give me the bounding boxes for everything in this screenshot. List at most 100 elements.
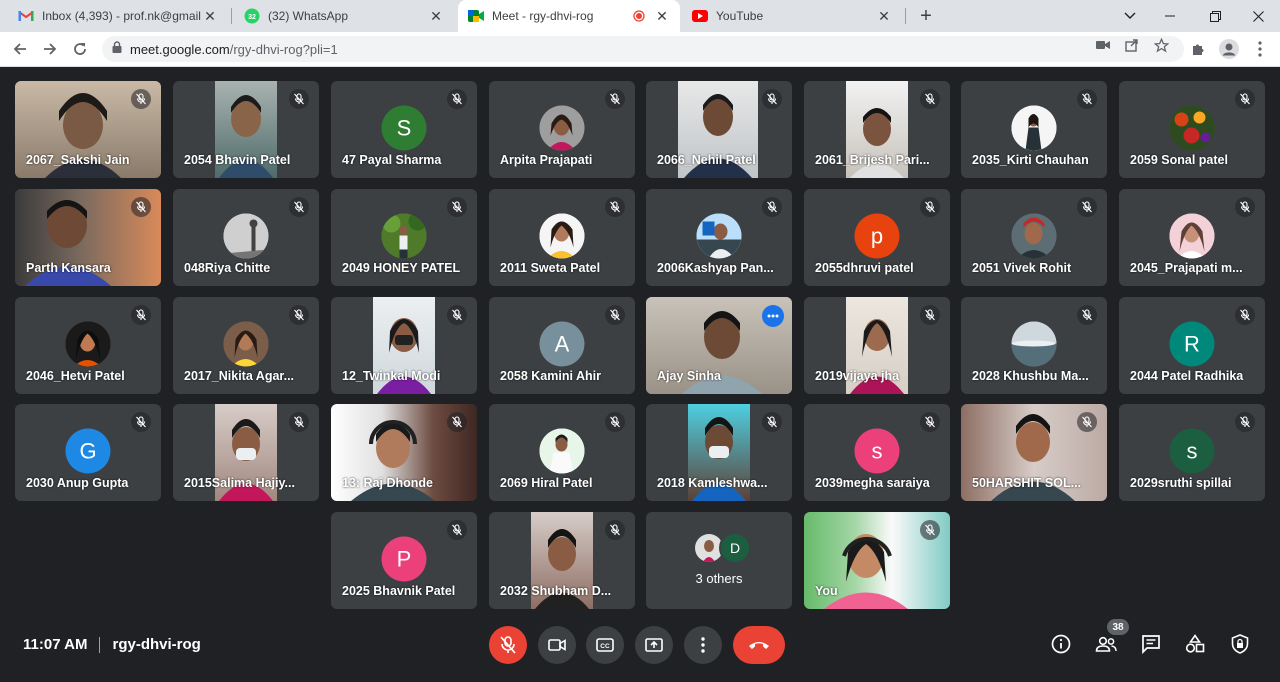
participant-name: 2046_Hetvi Patel	[26, 369, 125, 383]
tab-search-button[interactable]	[1110, 0, 1150, 32]
avatar	[1169, 213, 1215, 259]
participant-tile[interactable]: S 47 Payal Sharma	[331, 81, 477, 178]
avatar	[1169, 105, 1215, 151]
restore-button[interactable]	[1195, 0, 1235, 32]
close-icon[interactable]: ✕	[428, 8, 444, 24]
participant-tile[interactable]: 2018 Kamleshwa...	[646, 404, 792, 501]
chat-button[interactable]	[1139, 632, 1163, 656]
tab-meet[interactable]: Meet - rgy-dhvi-rog ✕	[458, 0, 680, 32]
mic-off-icon	[1235, 197, 1255, 217]
people-icon	[1095, 636, 1117, 652]
participant-tile[interactable]: 2011 Sweta Patel	[489, 189, 635, 286]
host-controls-button[interactable]	[1228, 632, 1252, 656]
close-icon[interactable]: ✕	[202, 8, 218, 24]
people-button[interactable]	[1094, 632, 1118, 656]
reload-button[interactable]	[68, 37, 92, 61]
tab-whatsapp[interactable]: 32 (32) WhatsApp ✕	[234, 0, 454, 32]
participant-tile[interactable]: G 2030 Anup Gupta	[15, 404, 161, 501]
participant-tile[interactable]: 2028 Khushbu Ma...	[961, 297, 1107, 394]
participant-name: 2017_Nikita Agar...	[184, 369, 295, 383]
participant-tile[interactable]: Parth Kansara	[15, 189, 161, 286]
tab-youtube[interactable]: YouTube ✕	[682, 0, 902, 32]
avatar	[1011, 213, 1057, 259]
mic-off-icon	[131, 89, 151, 109]
participant-name: 50HARSHIT SOL...	[972, 476, 1082, 490]
mic-off-icon	[920, 520, 940, 540]
participant-tile[interactable]: R 2044 Patel Radhika	[1119, 297, 1265, 394]
participant-tile[interactable]: s 2029sruthi spillai	[1119, 404, 1265, 501]
participant-tile[interactable]: 2051 Vivek Rohit	[961, 189, 1107, 286]
present-screen-button[interactable]	[635, 626, 673, 664]
mic-off-icon	[605, 89, 625, 109]
browser-menu-button[interactable]	[1248, 37, 1272, 61]
restore-icon	[1209, 10, 1221, 22]
more-options-button[interactable]	[684, 626, 722, 664]
participant-tile[interactable]: A 2058 Kamini Ahir	[489, 297, 635, 394]
gmail-icon	[18, 8, 34, 24]
participant-tile[interactable]: 2035_Kirti Chauhan	[961, 81, 1107, 178]
participant-tile[interactable]: 2019vijaya jha	[804, 297, 950, 394]
participant-tile[interactable]: 2045_Prajapati m...	[1119, 189, 1265, 286]
address-bar[interactable]: meet.google.com/rgy-dhvi-rog?pli=1	[102, 36, 1184, 62]
extensions-puzzle-icon[interactable]	[1187, 37, 1211, 61]
back-button[interactable]	[8, 37, 32, 61]
participant-name: 2035_Kirti Chauhan	[972, 153, 1089, 167]
participant-tile[interactable]: 2054 Bhavin Patel	[173, 81, 319, 178]
bookmark-star-icon[interactable]	[1153, 37, 1169, 53]
participant-tile[interactable]: 13: Raj Dhonde	[331, 404, 477, 501]
participant-tile-self[interactable]: You	[804, 512, 950, 609]
participant-tile[interactable]: 2061_Brijesh Pari...	[804, 81, 950, 178]
leave-call-button[interactable]	[733, 626, 785, 664]
mic-off-icon	[447, 305, 467, 325]
microphone-toggle-button[interactable]	[489, 626, 527, 664]
new-tab-button[interactable]: +	[912, 0, 940, 32]
participant-tile[interactable]: P 2025 Bhavnik Patel	[331, 512, 477, 609]
youtube-icon	[692, 8, 708, 24]
close-icon[interactable]: ✕	[654, 8, 670, 24]
mic-off-icon	[605, 197, 625, 217]
avatar: A	[539, 321, 585, 367]
participant-tile-active-speaker[interactable]: Ajay Sinha	[646, 297, 792, 394]
avatar: D	[719, 532, 751, 564]
participant-tile[interactable]: 2049 HONEY PATEL	[331, 189, 477, 286]
captions-button[interactable]: CC	[586, 626, 624, 664]
participant-tile[interactable]: 2067_Sakshi Jain	[15, 81, 161, 178]
participant-tile[interactable]: 12_Twinkal Modi	[331, 297, 477, 394]
participant-name: Arpita Prajapati	[500, 153, 593, 167]
participant-tile[interactable]: Arpita Prajapati	[489, 81, 635, 178]
participant-tile[interactable]: 2046_Hetvi Patel	[15, 297, 161, 394]
minimize-button[interactable]	[1150, 0, 1190, 32]
share-icon[interactable]	[1124, 37, 1140, 53]
participant-tile[interactable]: 2015Salima Hajiy...	[173, 404, 319, 501]
camera-toggle-button[interactable]	[538, 626, 576, 664]
participant-tile[interactable]: 2017_Nikita Agar...	[173, 297, 319, 394]
mic-off-icon	[131, 197, 151, 217]
others-tile[interactable]: D 3 others	[646, 512, 792, 609]
close-icon[interactable]: ✕	[876, 8, 892, 24]
avatar: G	[65, 428, 111, 474]
camera-icon[interactable]	[1095, 37, 1111, 53]
participant-name: 47 Payal Sharma	[342, 153, 442, 167]
participant-tile[interactable]: 2006Kashyap Pan...	[646, 189, 792, 286]
browser-tab-strip: Inbox (4,393) - prof.nk@gmail.co ✕ 32 (3…	[0, 0, 1280, 32]
participant-tile[interactable]: 2066_Nehil Patel	[646, 81, 792, 178]
meeting-time: 11:07 AM	[23, 636, 88, 653]
participant-tile[interactable]: 50HARSHIT SOL...	[961, 404, 1107, 501]
participant-tile[interactable]: 2059 Sonal patel	[1119, 81, 1265, 178]
forward-button[interactable]	[38, 37, 62, 61]
mic-off-icon	[1077, 197, 1097, 217]
participant-tile[interactable]: p 2055dhruvi patel	[804, 189, 950, 286]
participant-name: 2032 Shubham D...	[500, 584, 612, 598]
profile-avatar-icon[interactable]	[1217, 37, 1241, 61]
activities-button[interactable]	[1183, 632, 1207, 656]
close-window-button[interactable]	[1238, 0, 1278, 32]
svg-text:32: 32	[248, 14, 256, 21]
minimize-icon	[1165, 15, 1175, 17]
participant-tile[interactable]: 2069 Hiral Patel	[489, 404, 635, 501]
tab-gmail[interactable]: Inbox (4,393) - prof.nk@gmail.co ✕	[8, 0, 228, 32]
more-options-button[interactable]	[762, 305, 784, 327]
participant-tile[interactable]: s 2039megha saraiya	[804, 404, 950, 501]
meeting-details-button[interactable]	[1049, 632, 1073, 656]
participant-tile[interactable]: 2032 Shubham D...	[489, 512, 635, 609]
participant-tile[interactable]: 048Riya Chitte	[173, 189, 319, 286]
